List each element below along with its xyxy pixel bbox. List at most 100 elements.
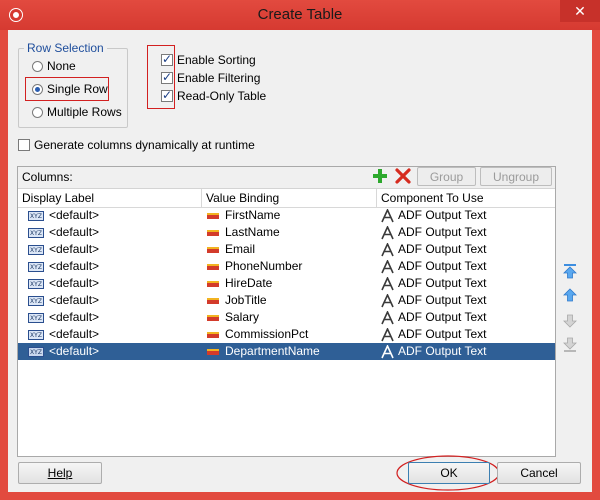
component-text: ADF Output Text xyxy=(398,208,487,222)
component-cell[interactable]: ADF Output Text xyxy=(381,326,486,343)
table-row[interactable]: XYZ <default> PhoneNumber ADF Output Text xyxy=(18,258,555,275)
output-text-icon xyxy=(381,293,394,307)
display-label-text: <default> xyxy=(49,225,100,239)
radio-circle[interactable] xyxy=(32,106,43,118)
read-only-table-checkbox[interactable]: Read-Only Table xyxy=(161,87,266,105)
display-label-cell[interactable]: XYZ <default> xyxy=(28,241,99,258)
checkbox-box[interactable] xyxy=(161,52,173,66)
component-cell[interactable]: ADF Output Text xyxy=(381,343,486,360)
column-header-value-binding[interactable]: Value Binding xyxy=(202,189,377,207)
table-row[interactable]: XYZ <default> CommissionPct ADF Output Text xyxy=(18,326,555,343)
display-label-cell[interactable]: XYZ <default> xyxy=(28,292,99,309)
ok-button[interactable]: OK xyxy=(408,462,490,484)
window-title: Create Table xyxy=(257,6,343,23)
attribute-binding-icon xyxy=(207,297,219,304)
value-binding-cell[interactable]: CommissionPct xyxy=(207,326,308,343)
component-cell[interactable]: ADF Output Text xyxy=(381,292,486,309)
read-only-table-label: Read-Only Table xyxy=(177,89,267,103)
ungroup-button[interactable]: Ungroup xyxy=(480,167,552,186)
text-label-icon: XYZ xyxy=(28,278,44,289)
attribute-binding-icon xyxy=(207,331,219,338)
component-text: ADF Output Text xyxy=(398,242,487,256)
radio-circle[interactable] xyxy=(32,60,43,72)
component-text: ADF Output Text xyxy=(398,327,487,341)
value-binding-cell[interactable]: DepartmentName xyxy=(207,343,320,360)
component-text: ADF Output Text xyxy=(398,259,487,273)
value-binding-cell[interactable]: PhoneNumber xyxy=(207,258,302,275)
display-label-cell[interactable]: XYZ <default> xyxy=(28,224,99,241)
display-label-cell[interactable]: XYZ <default> xyxy=(28,207,99,224)
checkbox-box[interactable] xyxy=(161,88,173,102)
radio-circle-selected[interactable] xyxy=(32,83,43,95)
value-binding-text: CommissionPct xyxy=(225,327,309,341)
checkbox-box[interactable] xyxy=(161,70,173,84)
table-row[interactable]: XYZ <default> HireDate ADF Output Text xyxy=(18,275,555,292)
component-cell[interactable]: ADF Output Text xyxy=(381,224,486,241)
help-button[interactable]: Help xyxy=(18,462,102,484)
help-button-label: Help xyxy=(47,466,73,480)
enable-filtering-checkbox[interactable]: Enable Filtering xyxy=(161,69,260,87)
value-binding-text: JobTitle xyxy=(225,293,267,307)
display-label-cell[interactable]: XYZ <default> xyxy=(28,275,99,292)
value-binding-text: PhoneNumber xyxy=(225,259,303,273)
display-label-text: <default> xyxy=(49,208,100,222)
component-text: ADF Output Text xyxy=(398,225,487,239)
text-label-icon: XYZ xyxy=(28,346,44,357)
table-row[interactable]: XYZ <default> FirstName ADF Output Text xyxy=(18,207,555,224)
value-binding-text: FirstName xyxy=(225,208,281,222)
table-row[interactable]: XYZ <default> Email ADF Output Text xyxy=(18,241,555,258)
component-cell[interactable]: ADF Output Text xyxy=(381,275,486,292)
display-label-cell[interactable]: XYZ <default> xyxy=(28,258,99,275)
frame-bottom xyxy=(0,492,600,500)
checkbox-box[interactable] xyxy=(18,139,30,151)
enable-sorting-checkbox[interactable]: Enable Sorting xyxy=(161,51,256,69)
radio-none[interactable]: None xyxy=(32,57,76,75)
output-text-icon xyxy=(381,242,394,256)
component-cell[interactable]: ADF Output Text xyxy=(381,241,486,258)
move-top-icon[interactable] xyxy=(562,263,578,279)
column-header-component[interactable]: Component To Use xyxy=(377,189,555,207)
frame-right xyxy=(592,30,600,500)
component-cell[interactable]: ADF Output Text xyxy=(381,309,486,326)
component-text: ADF Output Text xyxy=(398,310,487,324)
close-button[interactable]: ✕ xyxy=(560,0,600,22)
display-label-cell[interactable]: XYZ <default> xyxy=(28,326,99,343)
add-icon[interactable] xyxy=(372,168,388,184)
display-label-text: <default> xyxy=(49,293,100,307)
column-header-display-label[interactable]: Display Label xyxy=(18,189,202,207)
display-label-cell[interactable]: XYZ <default> xyxy=(28,309,99,326)
value-binding-cell[interactable]: JobTitle xyxy=(207,292,267,309)
frame-left xyxy=(0,30,8,500)
value-binding-cell[interactable]: LastName xyxy=(207,224,280,241)
generate-columns-checkbox[interactable]: Generate columns dynamically at runtime xyxy=(18,136,255,154)
attribute-binding-icon xyxy=(207,280,219,287)
value-binding-cell[interactable]: FirstName xyxy=(207,207,280,224)
table-row[interactable]: XYZ <default> DepartmentName ADF Output Tex… xyxy=(18,343,555,360)
value-binding-text: Email xyxy=(225,242,256,256)
component-cell[interactable]: ADF Output Text xyxy=(381,207,486,224)
radio-single-row-label: Single Row xyxy=(47,82,108,96)
move-up-icon[interactable] xyxy=(562,287,578,303)
output-text-icon xyxy=(381,344,394,358)
row-selection-legend: Row Selection xyxy=(24,41,107,55)
display-label-cell[interactable]: XYZ <default> xyxy=(28,343,99,360)
table-row[interactable]: XYZ <default> LastName ADF Output Text xyxy=(18,224,555,241)
radio-none-label: None xyxy=(47,59,76,73)
move-down-icon[interactable] xyxy=(562,313,578,329)
move-bottom-icon[interactable] xyxy=(562,337,578,353)
table-row[interactable]: XYZ <default> Salary ADF Output Text xyxy=(18,309,555,326)
output-text-icon xyxy=(381,276,394,290)
delete-icon[interactable] xyxy=(395,168,411,184)
text-label-icon: XYZ xyxy=(28,210,44,221)
text-label-icon: XYZ xyxy=(28,227,44,238)
value-binding-cell[interactable]: HireDate xyxy=(207,275,272,292)
radio-single-row[interactable]: Single Row xyxy=(32,80,108,98)
radio-multiple-rows[interactable]: Multiple Rows xyxy=(32,103,122,121)
group-button[interactable]: Group xyxy=(417,167,476,186)
value-binding-cell[interactable]: Salary xyxy=(207,309,259,326)
cancel-button[interactable]: Cancel xyxy=(497,462,581,484)
value-binding-cell[interactable]: Email xyxy=(207,241,255,258)
text-label-icon: XYZ xyxy=(28,261,44,272)
table-row[interactable]: XYZ <default> JobTitle ADF Output Text xyxy=(18,292,555,309)
component-cell[interactable]: ADF Output Text xyxy=(381,258,486,275)
